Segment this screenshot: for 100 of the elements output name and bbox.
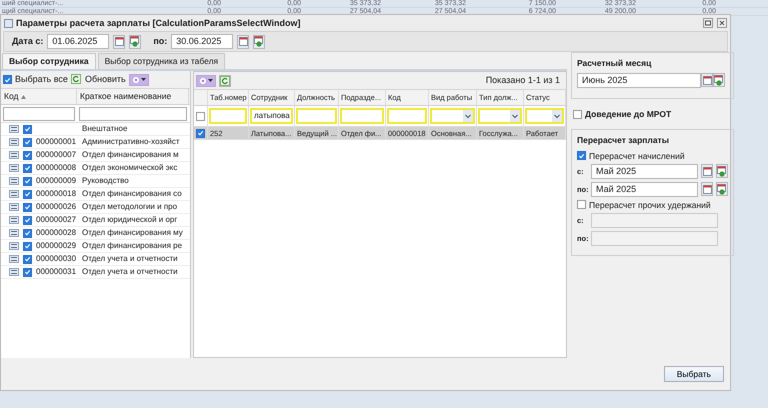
name-cell-text: Отдел финансирования ре xyxy=(81,241,182,251)
list-icon[interactable] xyxy=(9,138,19,146)
list-icon[interactable] xyxy=(9,229,19,237)
list-icon[interactable] xyxy=(9,177,19,185)
list-icon[interactable] xyxy=(9,268,19,276)
date-to-field[interactable]: 30.06.2025 xyxy=(171,34,234,49)
list-icon[interactable] xyxy=(9,216,19,224)
calendar-refresh-button[interactable] xyxy=(716,164,728,178)
section-title: Расчетный месяц xyxy=(577,58,652,68)
code-filter-field[interactable] xyxy=(3,106,75,120)
name-cell-text: Отдел методологии и про xyxy=(81,202,178,212)
list-icon[interactable] xyxy=(9,242,19,250)
window-icon xyxy=(4,18,13,28)
row-checkbox[interactable] xyxy=(23,164,32,172)
row-checkbox[interactable] xyxy=(23,176,32,186)
tab[interactable]: Выбор сотрудника из табеля xyxy=(98,53,226,69)
row-checkbox[interactable] xyxy=(196,128,205,138)
code-cell: 000000027 xyxy=(36,215,76,225)
caret-icon xyxy=(208,78,213,82)
month-field[interactable]: Май 2025 xyxy=(591,182,698,197)
filter-field[interactable] xyxy=(209,108,247,124)
recalc-checkbox[interactable] xyxy=(577,151,586,160)
list-icon[interactable] xyxy=(9,190,19,198)
row-checkbox[interactable] xyxy=(23,242,32,250)
calendar-button[interactable] xyxy=(113,34,126,48)
name-cell-text: Отдел экономической экс xyxy=(81,163,178,173)
name-cell-text: Руководство xyxy=(81,176,129,186)
name-filter-field[interactable] xyxy=(79,106,187,120)
list-icon[interactable] xyxy=(9,164,19,172)
filter-field[interactable] xyxy=(340,108,384,124)
column-header[interactable]: Краткое наименование xyxy=(77,89,189,104)
list-icon[interactable] xyxy=(9,151,19,159)
header-checkbox[interactable] xyxy=(196,112,205,120)
select-all-label[interactable]: Выбрать все xyxy=(15,74,68,85)
calendar-refresh-button[interactable] xyxy=(713,73,725,88)
refresh-button[interactable] xyxy=(219,74,231,86)
filter-field[interactable]: латыпова xyxy=(250,108,293,124)
calendar-refresh-button[interactable] xyxy=(716,182,728,196)
settings-dropdown-button[interactable] xyxy=(128,74,149,86)
calendar-refresh-icon xyxy=(254,36,264,47)
calendar-refresh-button[interactable] xyxy=(129,34,142,48)
list-icon[interactable] xyxy=(9,255,19,263)
date-from-field[interactable]: 01.06.2025 xyxy=(47,34,110,49)
checkbox-label[interactable]: Перерасчет начислений xyxy=(589,150,685,161)
row-checkbox[interactable] xyxy=(23,228,32,238)
sort-ascending-icon xyxy=(21,94,26,98)
code-cell: 000000001 xyxy=(36,137,76,147)
select-button[interactable]: Выбрать xyxy=(664,366,724,382)
name-cell-text: Отдел учета и отчетности xyxy=(81,267,178,277)
calendar-button[interactable] xyxy=(701,73,713,88)
row-checkbox[interactable] xyxy=(23,150,32,160)
name-cell-text: Отдел юридической и орг xyxy=(81,215,178,225)
refresh-icon xyxy=(70,74,81,84)
calendar-icon xyxy=(702,166,712,176)
mrot-label[interactable]: Доведение до МРОТ xyxy=(585,109,672,120)
name-cell-text: Отдел финансирования со xyxy=(81,189,182,199)
name-cell-text: Отдел финансирования м xyxy=(81,150,179,160)
close-icon[interactable] xyxy=(717,18,727,28)
code-cell: 000000018 xyxy=(36,189,76,199)
maximize-icon[interactable] xyxy=(703,18,713,28)
row-checkbox[interactable] xyxy=(23,190,32,198)
row-checkbox[interactable] xyxy=(23,254,32,264)
recalc-checkbox[interactable] xyxy=(577,200,586,210)
column-header[interactable]: Код xyxy=(1,89,77,104)
filter-field[interactable] xyxy=(387,108,427,124)
calendar-refresh-icon xyxy=(714,74,724,86)
month-field[interactable]: Июнь 2025 xyxy=(577,73,701,88)
paging-info: Показано 1-1 из 1 xyxy=(486,75,561,86)
calendar-icon xyxy=(702,76,712,85)
mrot-checkbox[interactable] xyxy=(573,110,582,119)
window-title: Параметры расчета зарплаты [CalculationParamsSelectWindow] xyxy=(16,18,300,28)
calendar-icon xyxy=(702,184,712,194)
settings-dropdown-button[interactable] xyxy=(196,74,216,86)
checkbox-label[interactable]: Перерасчет прочих удержаний xyxy=(589,200,711,210)
row-checkbox[interactable] xyxy=(23,202,32,212)
filter-field[interactable] xyxy=(296,108,337,124)
month-field[interactable]: Май 2025 xyxy=(591,164,698,179)
month-field[interactable] xyxy=(591,212,718,228)
calendar-refresh-button[interactable] xyxy=(253,34,266,48)
row-checkbox[interactable] xyxy=(23,124,32,134)
row-checkbox[interactable] xyxy=(23,268,32,276)
code-cell: 000000007 xyxy=(36,150,76,160)
row-checkbox[interactable] xyxy=(23,216,32,224)
code-cell: 000000031 xyxy=(36,267,76,277)
refresh-button[interactable]: Обновить xyxy=(70,74,126,85)
calendar-button[interactable] xyxy=(701,164,713,178)
calendar-refresh-icon xyxy=(717,184,727,195)
calendar-button[interactable] xyxy=(237,34,250,48)
row-checkbox[interactable] xyxy=(23,138,32,146)
calendar-button[interactable] xyxy=(701,182,713,196)
code-cell: 000000030 xyxy=(36,254,76,264)
caret-icon xyxy=(140,78,146,82)
tab[interactable]: Выбор сотрудника xyxy=(2,53,96,69)
month-field[interactable] xyxy=(591,230,718,246)
list-icon[interactable] xyxy=(9,125,19,133)
select-all-checkbox[interactable] xyxy=(3,75,12,84)
list-icon[interactable] xyxy=(9,203,19,211)
calendar-refresh-icon xyxy=(130,36,140,47)
calendar-refresh-icon xyxy=(717,166,727,177)
refresh-icon xyxy=(220,76,230,86)
